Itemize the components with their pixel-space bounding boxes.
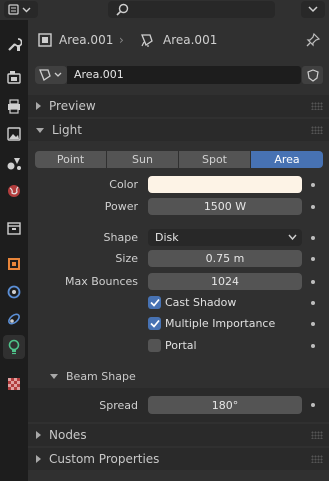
collection-box-icon — [7, 222, 21, 235]
keyframe-dot[interactable] — [311, 403, 315, 407]
drag-handle-icon[interactable] — [311, 126, 323, 134]
drag-handle-icon[interactable] — [311, 102, 323, 110]
power-field[interactable]: 1500 W — [148, 198, 302, 215]
physics-icon — [7, 285, 21, 299]
breadcrumb-data-name: Area.001 — [163, 33, 218, 47]
collapsed-arrow-icon — [36, 455, 41, 463]
spread-label: Spread — [99, 399, 138, 412]
max-bounces-field[interactable]: 1024 — [148, 273, 302, 290]
properties-header — [0, 0, 329, 20]
cast-shadow-checkbox[interactable] — [148, 296, 161, 309]
scene-icon — [7, 158, 21, 170]
tab-object[interactable] — [3, 252, 25, 276]
tab-collection[interactable] — [3, 216, 25, 240]
size-label: Size — [115, 252, 138, 265]
keyframe-dot[interactable] — [311, 205, 315, 209]
tab-output[interactable] — [3, 94, 25, 118]
max-bounces-label: Max Bounces — [64, 275, 138, 288]
keyframe-dot[interactable] — [311, 280, 315, 284]
search-icon — [116, 3, 129, 16]
properties-tab-bar — [0, 20, 28, 481]
portal-label[interactable]: Portal — [165, 339, 197, 352]
tab-world[interactable] — [3, 179, 25, 203]
breadcrumb-separator: › — [119, 33, 124, 47]
portal-checkbox[interactable] — [148, 339, 161, 352]
constraint-icon — [8, 313, 20, 325]
area-light-browse-icon — [39, 69, 62, 81]
tab-view-layer[interactable] — [3, 122, 25, 146]
light-type-spot[interactable]: Spot — [179, 151, 250, 168]
options-dropdown-button[interactable] — [301, 1, 325, 18]
keyframe-dot[interactable] — [311, 322, 315, 326]
light-bulb-icon — [8, 339, 20, 355]
custom-properties-panel-header[interactable]: Custom Properties — [28, 448, 329, 470]
checkmark-icon — [149, 319, 160, 328]
breadcrumb-object-name: Area.001 — [59, 33, 114, 47]
camera-back-icon — [7, 71, 21, 84]
tab-light-data[interactable] — [3, 335, 25, 359]
color-swatch[interactable] — [148, 176, 302, 193]
expanded-arrow-icon — [36, 127, 44, 133]
keyframe-dot[interactable] — [311, 183, 315, 187]
size-field[interactable]: 0.75 m — [148, 250, 302, 267]
editor-type-button[interactable] — [4, 1, 38, 18]
light-panel-title: Light — [52, 123, 82, 137]
checker-texture-icon — [8, 378, 20, 390]
nodes-panel-header[interactable]: Nodes — [28, 424, 329, 446]
light-panel-header[interactable]: Light — [28, 119, 329, 141]
multiple-importance-label[interactable]: Multiple Importance — [165, 317, 275, 330]
drag-handle-icon[interactable] — [311, 431, 323, 439]
datablock-browse-button[interactable] — [35, 66, 67, 84]
light-type-point[interactable]: Point — [35, 151, 106, 168]
printer-icon — [8, 99, 20, 114]
datablock-name-field[interactable]: Area.001 — [67, 66, 301, 84]
tab-constraints[interactable] — [3, 307, 25, 331]
keyframe-dot[interactable] — [311, 301, 315, 305]
wrench-icon — [8, 38, 22, 51]
world-icon — [8, 185, 20, 197]
keyframe-dot[interactable] — [311, 344, 315, 348]
tab-tool[interactable] — [3, 32, 25, 56]
light-type-selector: Point Sun Spot Area — [35, 151, 323, 168]
shape-dropdown[interactable]: Disk — [148, 229, 302, 246]
light-type-sun[interactable]: Sun — [107, 151, 178, 168]
preview-panel-header[interactable]: Preview — [28, 95, 329, 117]
power-label: Power — [104, 200, 138, 213]
preview-panel-title: Preview — [49, 99, 96, 113]
cast-shadow-label[interactable]: Cast Shadow — [165, 296, 236, 309]
beam-shape-title: Beam Shape — [66, 369, 136, 383]
shape-label: Shape — [103, 231, 138, 244]
chevron-down-icon — [308, 6, 318, 13]
object-data-icon — [38, 33, 52, 47]
pin-icon[interactable] — [305, 32, 321, 48]
keyframe-dot[interactable] — [311, 236, 315, 240]
shield-icon — [306, 68, 319, 82]
nodes-panel-title: Nodes — [49, 428, 87, 442]
fake-user-button[interactable] — [302, 66, 323, 84]
shape-dropdown-value: Disk — [155, 231, 179, 244]
search-input[interactable] — [108, 1, 275, 18]
properties-editor-icon — [8, 3, 31, 15]
keyframe-dot[interactable] — [311, 257, 315, 261]
drag-handle-icon[interactable] — [311, 455, 323, 463]
chevron-down-icon — [288, 234, 297, 241]
spread-field[interactable]: 180° — [148, 396, 302, 414]
tab-texture[interactable] — [3, 372, 25, 396]
multiple-importance-checkbox[interactable] — [148, 317, 161, 330]
tab-render[interactable] — [3, 65, 25, 89]
light-type-area[interactable]: Area — [251, 151, 323, 168]
area-light-icon — [141, 34, 153, 47]
tab-physics[interactable] — [3, 280, 25, 304]
collapsed-arrow-icon — [36, 102, 41, 110]
tab-scene[interactable] — [3, 151, 25, 175]
checkmark-icon — [149, 298, 160, 307]
beam-shape-subpanel-header[interactable]: Beam Shape — [42, 365, 329, 387]
expanded-arrow-icon — [50, 373, 58, 379]
object-square-icon — [8, 258, 20, 270]
image-icon — [7, 127, 21, 141]
color-label: Color — [109, 178, 138, 191]
collapsed-arrow-icon — [36, 431, 41, 439]
custom-properties-panel-title: Custom Properties — [49, 452, 160, 466]
